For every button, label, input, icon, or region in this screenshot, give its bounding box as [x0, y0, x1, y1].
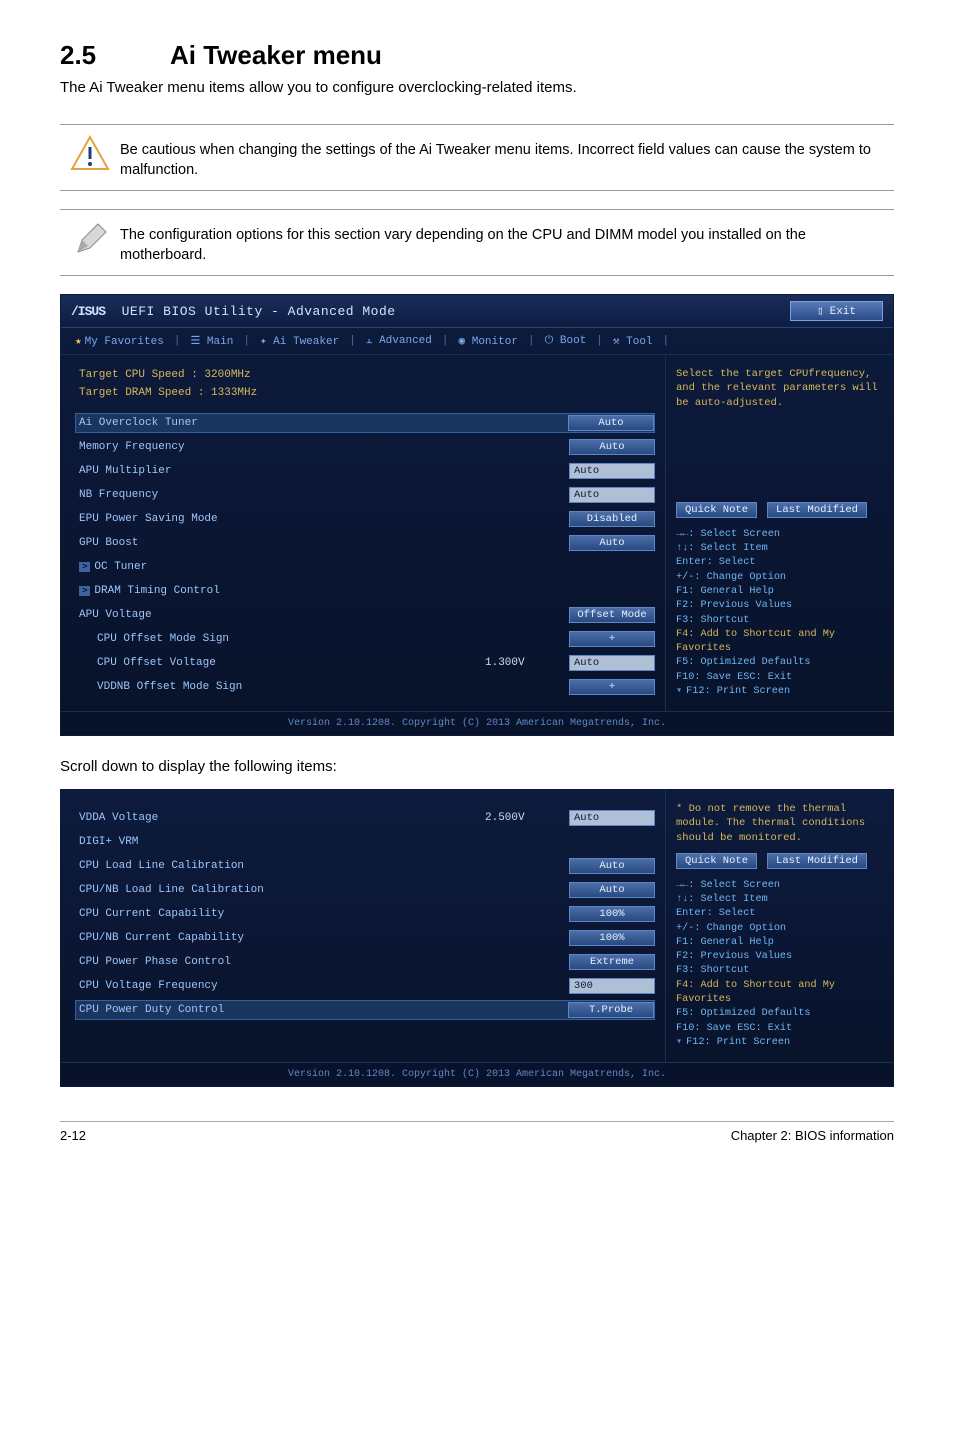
- row-epu-mode[interactable]: EPU Power Saving Mode Disabled: [79, 509, 655, 529]
- section-intro: The Ai Tweaker menu items allow you to c…: [60, 79, 894, 96]
- bios-settings-panel: Target CPU Speed : 3200MHz Target DRAM S…: [61, 355, 665, 711]
- help-text-2: * Do not remove the thermal module. The …: [676, 802, 883, 845]
- row-cpunb-current-capability[interactable]: CPU/NB Current Capability 100%: [79, 928, 655, 948]
- row-cpu-voltage-frequency[interactable]: CPU Voltage Frequency 300: [79, 976, 655, 996]
- bios-footer-2: Version 2.10.1208. Copyright (C) 2013 Am…: [61, 1062, 893, 1086]
- tab-tool[interactable]: ⚒ Tool: [613, 334, 653, 348]
- row-vddnb-offset-sign[interactable]: VDDNB Offset Mode Sign +: [79, 677, 655, 697]
- bios-help-panel: Select the target CPUfrequency, and the …: [665, 355, 893, 711]
- bios-header: /ISUS UEFI BIOS Utility - Advanced Mode …: [61, 295, 893, 328]
- row-cpu-llc[interactable]: CPU Load Line Calibration Auto: [79, 856, 655, 876]
- info-note: The configuration options for this secti…: [60, 209, 894, 276]
- target-cpu: Target CPU Speed : 3200MHz: [79, 369, 655, 381]
- tab-main[interactable]: ☰ Main: [190, 334, 233, 348]
- key-hints: →←: Select Screen ↑↓: Select Item Enter:…: [676, 528, 883, 699]
- row-nb-frequency[interactable]: NB Frequency Auto: [79, 485, 655, 505]
- row-cpu-offset-sign[interactable]: CPU Offset Mode Sign +: [79, 629, 655, 649]
- bios-tabs: ★My Favorites| ☰ Main| ✦ Ai Tweaker| ⫠ A…: [61, 328, 893, 355]
- chapter-label: Chapter 2: BIOS information: [731, 1128, 894, 1143]
- row-memory-frequency[interactable]: Memory Frequency Auto: [79, 437, 655, 457]
- row-vdda-voltage[interactable]: VDDA Voltage 2.500V Auto: [79, 808, 655, 828]
- bios-footer: Version 2.10.1208. Copyright (C) 2013 Am…: [61, 711, 893, 735]
- warning-icon: [60, 135, 120, 171]
- caution-text: Be cautious when changing the settings o…: [120, 135, 894, 180]
- row-cpunb-llc[interactable]: CPU/NB Load Line Calibration Auto: [79, 880, 655, 900]
- exit-button[interactable]: ▯Exit: [790, 301, 883, 321]
- target-dram: Target DRAM Speed : 1333MHz: [79, 387, 655, 399]
- row-cpu-power-phase[interactable]: CPU Power Phase Control Extreme: [79, 952, 655, 972]
- row-gpu-boost[interactable]: GPU Boost Auto: [79, 533, 655, 553]
- row-cpu-current-capability[interactable]: CPU Current Capability 100%: [79, 904, 655, 924]
- last-modified-button[interactable]: Last Modified: [767, 502, 867, 518]
- row-digi-vrm: DIGI+ VRM: [79, 832, 655, 852]
- help-text: Select the target CPUfrequency, and the …: [676, 367, 883, 410]
- row-cpu-offset-voltage[interactable]: CPU Offset Voltage 1.300V Auto: [79, 653, 655, 673]
- row-cpu-power-duty[interactable]: CPU Power Duty Control T.Probe: [75, 1000, 655, 1020]
- page-number: 2-12: [60, 1128, 86, 1143]
- section-number: 2.5: [60, 40, 170, 71]
- info-text: The configuration options for this secti…: [120, 220, 894, 265]
- row-ai-overclock[interactable]: Ai Overclock Tuner Auto: [75, 413, 655, 433]
- row-apu-multiplier[interactable]: APU Multiplier Auto: [79, 461, 655, 481]
- last-modified-button[interactable]: Last Modified: [767, 853, 867, 869]
- section-heading: 2.5Ai Tweaker menu: [60, 40, 894, 71]
- bios-brand: /ISUS UEFI BIOS Utility - Advanced Mode: [71, 304, 396, 319]
- bios-screenshot-2: VDDA Voltage 2.500V Auto DIGI+ VRM CPU L…: [60, 789, 894, 1087]
- page-footer: 2-12 Chapter 2: BIOS information: [60, 1121, 894, 1143]
- tab-advanced[interactable]: ⫠ Advanced: [366, 335, 432, 347]
- tab-favorites[interactable]: ★My Favorites: [75, 334, 164, 348]
- scroll-note: Scroll down to display the following ite…: [60, 758, 894, 775]
- tab-boot[interactable]: ⏻ Boot: [545, 335, 587, 347]
- row-oc-tuner[interactable]: >OC Tuner: [79, 557, 655, 577]
- row-dram-timing[interactable]: >DRAM Timing Control: [79, 581, 655, 601]
- quick-note-button[interactable]: Quick Note: [676, 853, 757, 869]
- bios-settings-panel-2: VDDA Voltage 2.500V Auto DIGI+ VRM CPU L…: [61, 790, 665, 1062]
- bios-screenshot-1: /ISUS UEFI BIOS Utility - Advanced Mode …: [60, 294, 894, 736]
- pencil-icon: [60, 220, 120, 260]
- val-ai-overclock[interactable]: Auto: [568, 415, 654, 431]
- quick-note-button[interactable]: Quick Note: [676, 502, 757, 518]
- tab-ai-tweaker[interactable]: ✦ Ai Tweaker: [260, 334, 339, 348]
- expand-icon: >: [79, 562, 90, 572]
- tab-monitor[interactable]: ◉ Monitor: [459, 334, 518, 348]
- bios-help-panel-2: * Do not remove the thermal module. The …: [665, 790, 893, 1062]
- row-apu-voltage[interactable]: APU Voltage Offset Mode: [79, 605, 655, 625]
- section-title-text: Ai Tweaker menu: [170, 40, 382, 70]
- key-hints-2: →←: Select Screen ↑↓: Select Item Enter:…: [676, 879, 883, 1050]
- expand-icon: >: [79, 586, 90, 596]
- caution-note: Be cautious when changing the settings o…: [60, 124, 894, 191]
